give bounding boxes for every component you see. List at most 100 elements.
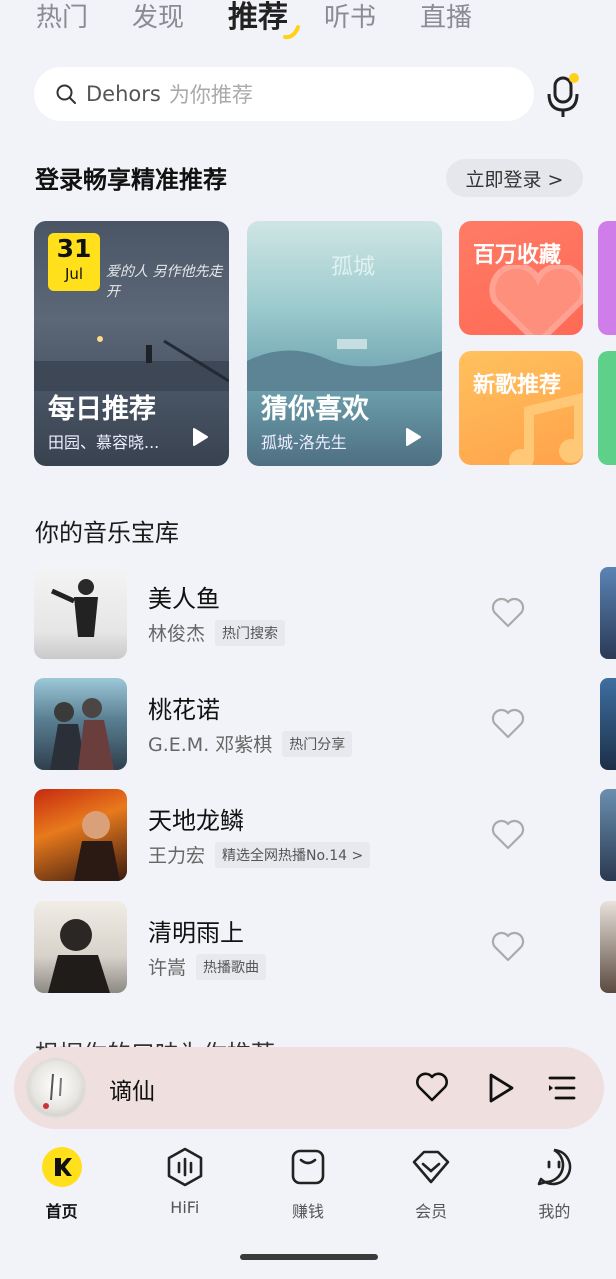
nav-vip[interactable]: 会员 xyxy=(370,1140,493,1240)
song-recognition-mic-icon[interactable] xyxy=(544,70,586,118)
song-title: 天地龙鳞 xyxy=(148,807,244,835)
wallet-icon xyxy=(291,1149,325,1185)
peek-card[interactable] xyxy=(598,221,616,335)
vip-icon xyxy=(412,1150,450,1184)
search-icon xyxy=(56,84,76,104)
profile-icon xyxy=(538,1148,572,1186)
peek-card[interactable] xyxy=(598,351,616,465)
search-hint: 为你推荐 xyxy=(168,83,253,107)
login-button[interactable]: 立即登录 > xyxy=(446,159,583,197)
new-card-title: 新歌推荐 xyxy=(473,373,562,398)
app-screen: 热门 发现 推荐 听书 直播 Dehors 为你推荐 登录畅享精准推荐 立即登录… xyxy=(0,0,616,1279)
song-tag: 热门搜索 xyxy=(215,619,286,646)
home-indicator[interactable] xyxy=(240,1254,378,1260)
song-artist: G.E.M. 邓紫棋 xyxy=(148,734,273,756)
play-icon[interactable] xyxy=(404,427,422,447)
song-tag: 热门分享 xyxy=(282,730,353,757)
song-meta: G.E.M. 邓紫棋 热门分享 xyxy=(148,730,353,757)
peek-album-cover[interactable] xyxy=(600,678,616,770)
card-artwork-text: 孤城 xyxy=(331,255,376,280)
top-tab-bar: 热门 发现 推荐 听书 直播 xyxy=(36,0,516,40)
song-row[interactable]: 清明雨上 许嵩 热播歌曲 xyxy=(34,901,554,993)
favorite-heart-icon[interactable] xyxy=(414,1071,450,1103)
tab-recommend-label: 推荐 xyxy=(228,0,289,35)
artist-photo-icon xyxy=(48,919,110,993)
nav-profile[interactable]: 我的 xyxy=(493,1140,616,1240)
nav-label: HiFi xyxy=(170,1198,200,1217)
daily-card-title: 每日推荐 xyxy=(48,394,156,425)
tab-audiobook[interactable]: 听书 xyxy=(324,0,376,38)
song-title: 美人鱼 xyxy=(148,585,220,613)
song-meta: 王力宏 精选全网热播No.14 > xyxy=(148,841,371,868)
nav-earn[interactable]: 赚钱 xyxy=(246,1140,369,1240)
peek-album-cover[interactable] xyxy=(600,567,616,659)
artist-photo-icon xyxy=(50,579,98,637)
new-songs-card[interactable]: 新歌推荐 xyxy=(459,351,583,465)
heart-icon[interactable] xyxy=(490,929,526,963)
song-row[interactable]: 桃花诺 G.E.M. 邓紫棋 热门分享 xyxy=(34,678,554,770)
active-tab-indicator-icon xyxy=(283,25,301,40)
play-icon[interactable] xyxy=(191,427,209,447)
artist-photo-icon xyxy=(74,811,120,881)
heart-icon[interactable] xyxy=(490,817,526,851)
song-row[interactable]: 天地龙鳞 王力宏 精选全网热播No.14 > xyxy=(34,789,554,881)
bottom-nav: 首页 HiFi 赚钱 会员 我的 xyxy=(0,1140,616,1240)
music-note-graphic-icon xyxy=(509,392,583,465)
play-icon[interactable] xyxy=(486,1071,516,1105)
guess-you-like-card[interactable]: 孤城 猜你喜欢 孤城-洛先生 xyxy=(247,221,442,466)
home-icon xyxy=(41,1147,82,1187)
album-cover xyxy=(34,678,127,770)
album-cover xyxy=(34,789,127,881)
date-day: 31 xyxy=(56,234,92,263)
hot-card-title: 百万收藏 xyxy=(473,243,562,268)
music-library-title: 你的音乐宝库 xyxy=(35,519,179,547)
date-badge: 31 Jul xyxy=(48,233,100,291)
tab-hot[interactable]: 热门 xyxy=(36,0,88,38)
nav-label: 我的 xyxy=(538,1202,571,1221)
now-playing-disc[interactable] xyxy=(26,1058,86,1118)
pier-artwork-icon xyxy=(34,336,229,391)
daily-recommend-card[interactable]: 31 Jul 爱的人 另作他先走开 每日推荐 田园、慕容晓... xyxy=(34,221,229,466)
nav-label: 会员 xyxy=(415,1202,448,1221)
nav-home[interactable]: 首页 xyxy=(0,1140,123,1240)
date-month: Jul xyxy=(64,265,84,283)
guess-card-title: 猜你喜欢 xyxy=(261,394,369,425)
peek-album-cover[interactable] xyxy=(600,901,616,993)
now-playing-title: 谪仙 xyxy=(109,1079,155,1105)
song-row[interactable]: 美人鱼 林俊杰 热门搜索 xyxy=(34,567,554,659)
tab-discover[interactable]: 发现 xyxy=(132,0,184,38)
tab-recommend[interactable]: 推荐 xyxy=(228,0,301,40)
chart-rank-tag[interactable]: 精选全网热播No.14 > xyxy=(215,841,371,868)
heart-icon[interactable] xyxy=(490,595,526,629)
guess-card-subtitle: 孤城-洛先生 xyxy=(261,433,347,452)
hifi-icon xyxy=(167,1147,203,1187)
drama-poster-icon xyxy=(50,698,114,770)
song-meta: 许嵩 热播歌曲 xyxy=(148,953,267,980)
album-cover xyxy=(34,901,127,993)
nav-label: 首页 xyxy=(45,1202,78,1221)
playlist-icon[interactable] xyxy=(546,1073,578,1103)
song-tag: 热播歌曲 xyxy=(196,953,267,980)
million-favorites-card[interactable]: 百万收藏 xyxy=(459,221,583,335)
nav-hifi[interactable]: HiFi xyxy=(123,1140,246,1240)
song-meta: 林俊杰 热门搜索 xyxy=(148,619,286,646)
search-query: Dehors xyxy=(86,82,161,106)
nav-label: 赚钱 xyxy=(291,1202,324,1221)
song-artist: 林俊杰 xyxy=(148,623,206,645)
search-bar[interactable]: Dehors 为你推荐 xyxy=(34,67,534,121)
peek-album-cover[interactable] xyxy=(600,789,616,881)
song-title: 桃花诺 xyxy=(148,696,220,724)
daily-card-subtitle: 田园、慕容晓... xyxy=(48,433,160,452)
tab-live[interactable]: 直播 xyxy=(420,0,472,38)
song-artist: 许嵩 xyxy=(148,957,187,979)
heart-icon[interactable] xyxy=(490,706,526,740)
mini-player[interactable]: 谪仙 xyxy=(14,1047,604,1129)
album-cover xyxy=(34,567,127,659)
album-art-icon xyxy=(43,1074,62,1109)
landscape-artwork-icon xyxy=(247,339,442,391)
heart-graphic-icon xyxy=(489,265,583,335)
song-title: 清明雨上 xyxy=(148,919,244,947)
song-artist: 王力宏 xyxy=(148,845,206,867)
card-artwork-text: 爱的人 另作他先走开 xyxy=(106,264,223,300)
login-prompt-title: 登录畅享精准推荐 xyxy=(35,166,227,194)
